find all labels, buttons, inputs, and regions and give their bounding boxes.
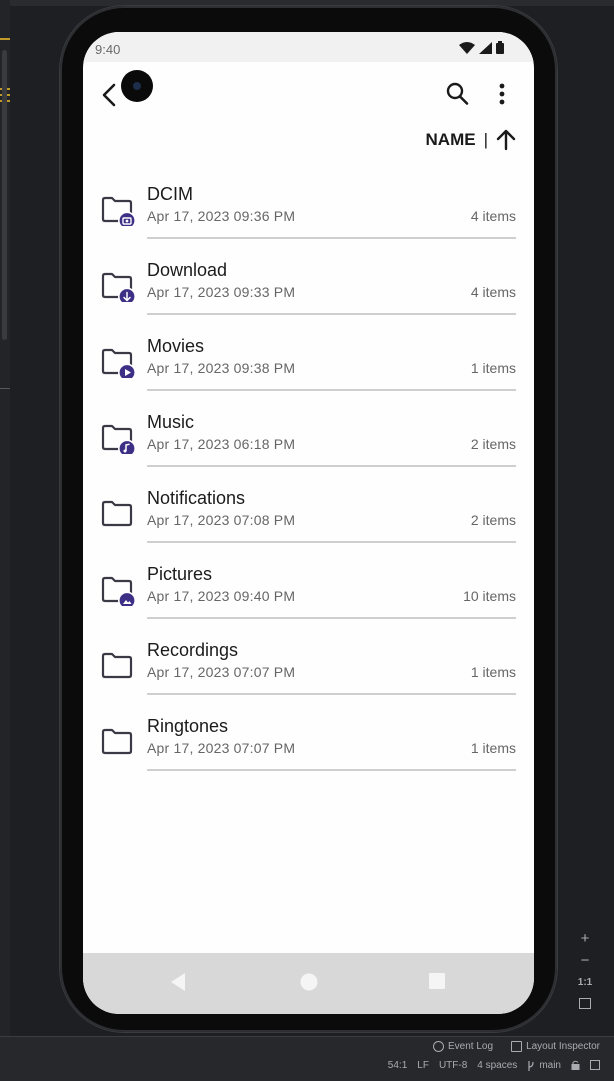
sort-control[interactable]: NAME |	[426, 129, 516, 151]
zoom-actual-button[interactable]: 1:1	[572, 972, 598, 994]
folder-date: Apr 17, 2023 07:07 PM	[147, 664, 296, 680]
ide-left-gutter	[0, 0, 10, 1040]
system-nav-bar	[83, 953, 534, 1014]
folder-row[interactable]: Ringtones Apr 17, 2023 07:07 PM 1 items	[83, 706, 534, 782]
indent-setting[interactable]: 4 spaces	[477, 1060, 517, 1071]
cursor-position[interactable]: 54:1	[388, 1060, 407, 1071]
nav-back-icon[interactable]	[169, 972, 187, 992]
folder-date: Apr 17, 2023 09:33 PM	[147, 284, 296, 300]
folder-icon	[101, 652, 133, 679]
row-divider	[147, 617, 516, 619]
folder-icon	[101, 500, 133, 527]
zoom-in-button[interactable]: +	[572, 928, 598, 950]
signal-icon	[479, 41, 492, 54]
gutter-scrollbar[interactable]	[2, 50, 7, 340]
folder-name: DCIM	[147, 184, 193, 204]
folder-name: Music	[147, 412, 195, 432]
zoom-fit-button[interactable]	[572, 994, 598, 1016]
status-icons	[459, 41, 504, 54]
battery-icon	[496, 41, 504, 54]
event-log-button[interactable]: Event Log	[433, 1041, 493, 1052]
folder-item-count: 1 items	[470, 360, 516, 376]
back-arrow-icon[interactable]	[97, 80, 125, 110]
file-encoding[interactable]: UTF-8	[439, 1060, 467, 1071]
branch-icon	[528, 1060, 534, 1071]
line-separator[interactable]: LF	[417, 1060, 429, 1071]
folder-camera-icon	[101, 196, 135, 226]
app-bar	[83, 62, 534, 126]
inspector-profile-icon[interactable]	[590, 1060, 600, 1070]
system-status-bar: 9:40	[83, 32, 534, 62]
layout-inspector-button[interactable]: Layout Inspector	[511, 1041, 600, 1052]
row-divider	[147, 389, 516, 391]
folder-row[interactable]: Notifications Apr 17, 2023 07:08 PM 2 it…	[83, 478, 534, 554]
status-time: 9:40	[95, 42, 121, 57]
nav-home-icon[interactable]	[299, 972, 319, 992]
row-divider	[147, 769, 516, 771]
device-screen: 9:40 NAME | DCIM Apr 17, 2023 09:36 PM 4…	[83, 32, 534, 1014]
row-divider	[147, 237, 516, 239]
folder-download-icon	[101, 272, 135, 302]
folder-play-icon	[101, 348, 135, 378]
git-branch[interactable]: main	[527, 1060, 561, 1071]
folder-name: Notifications	[147, 488, 246, 508]
folder-item-count: 1 items	[470, 740, 516, 756]
nav-recents-icon[interactable]	[428, 972, 446, 990]
device-frame: 9:40 NAME | DCIM Apr 17, 2023 09:36 PM 4…	[60, 6, 557, 1032]
folder-name: Pictures	[147, 564, 213, 584]
folder-date: Apr 17, 2023 09:36 PM	[147, 208, 296, 224]
branch-name: main	[539, 1060, 561, 1071]
emulator-zoom-panel: + − 1:1	[572, 928, 598, 1020]
layout-inspector-icon	[511, 1041, 523, 1052]
folder-date: Apr 17, 2023 09:38 PM	[147, 360, 296, 376]
lock-icon[interactable]	[571, 1060, 580, 1070]
search-icon[interactable]	[445, 80, 471, 108]
sort-label: NAME	[425, 130, 476, 149]
folder-date: Apr 17, 2023 07:07 PM	[147, 740, 296, 756]
folder-date: Apr 17, 2023 06:18 PM	[147, 436, 296, 452]
layout-inspector-label: Layout Inspector	[526, 1041, 600, 1052]
folder-item-count: 1 items	[470, 664, 516, 680]
folder-item-count: 4 items	[470, 284, 516, 300]
folder-name: Ringtones	[147, 716, 229, 736]
folder-row[interactable]: Download Apr 17, 2023 09:33 PM 4 items	[83, 250, 534, 326]
folder-row[interactable]: Music Apr 17, 2023 06:18 PM 2 items	[83, 402, 534, 478]
folder-item-count: 10 items	[463, 588, 516, 604]
folder-name: Movies	[147, 336, 205, 356]
folder-date: Apr 17, 2023 09:40 PM	[147, 588, 296, 604]
sort-separator: |	[483, 130, 488, 149]
folder-item-count: 4 items	[470, 208, 516, 224]
row-divider	[147, 313, 516, 315]
folder-row[interactable]: Pictures Apr 17, 2023 09:40 PM 10 items	[83, 554, 534, 630]
row-divider	[147, 693, 516, 695]
folder-item-count: 2 items	[470, 436, 516, 452]
row-divider	[147, 541, 516, 543]
folder-list: DCIM Apr 17, 2023 09:36 PM 4 items Downl…	[83, 174, 534, 782]
more-vert-icon[interactable]	[491, 80, 513, 108]
folder-music-icon	[101, 424, 135, 454]
folder-row[interactable]: Recordings Apr 17, 2023 07:07 PM 1 items	[83, 630, 534, 706]
folder-image-icon	[101, 576, 135, 606]
gutter-divider	[0, 388, 10, 389]
folder-date: Apr 17, 2023 07:08 PM	[147, 512, 296, 528]
wifi-icon	[459, 41, 475, 54]
gutter-marker	[0, 38, 10, 40]
ide-status-bar: Event Log Layout Inspector 54:1 LF UTF-8…	[0, 1036, 614, 1081]
folder-row[interactable]: Movies Apr 17, 2023 09:38 PM 1 items	[83, 326, 534, 402]
folder-icon	[101, 728, 133, 755]
row-divider	[147, 465, 516, 467]
event-log-icon	[433, 1041, 445, 1052]
folder-name: Recordings	[147, 640, 239, 660]
folder-item-count: 2 items	[470, 512, 516, 528]
arrow-up-icon[interactable]	[496, 129, 516, 151]
event-log-label: Event Log	[448, 1041, 494, 1052]
fit-screen-icon	[579, 998, 591, 1009]
folder-row[interactable]: DCIM Apr 17, 2023 09:36 PM 4 items	[83, 174, 534, 250]
folder-name: Download	[147, 260, 228, 280]
zoom-out-button[interactable]: −	[572, 950, 598, 972]
